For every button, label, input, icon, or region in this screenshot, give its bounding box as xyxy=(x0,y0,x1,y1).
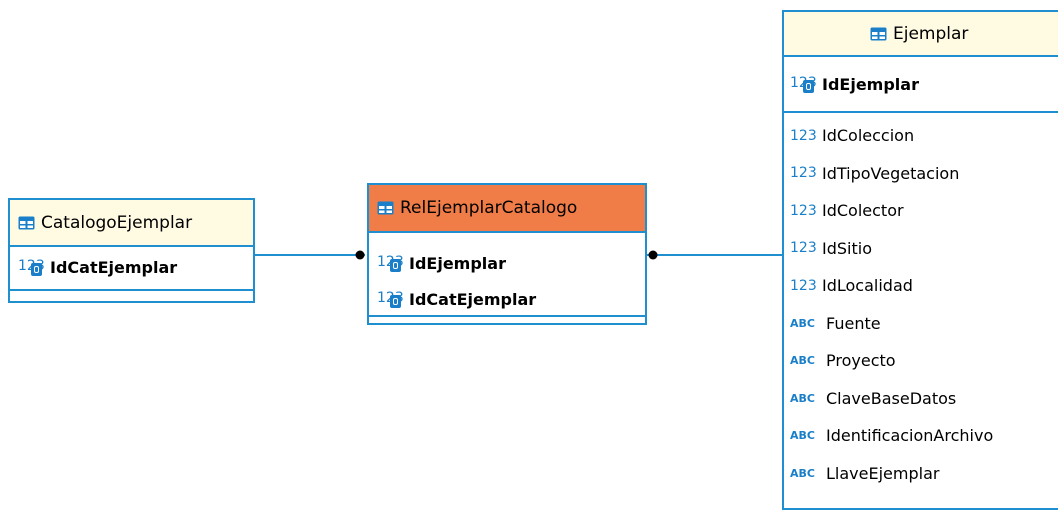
primary-key-section: 123 IdEjemplar xyxy=(784,57,1058,113)
column-name: Fuente xyxy=(826,313,881,333)
column-name: IdCatEjemplar xyxy=(50,257,178,277)
column-name: IdLocalidad xyxy=(822,276,913,296)
column-name: IdTipoVegetacion xyxy=(822,163,960,183)
table-icon xyxy=(18,216,35,229)
entity-rel-ejemplar-catalogo[interactable]: RelEjemplarCatalogo 123 IdEjemplar 123 I… xyxy=(367,183,647,325)
column-row-idejemplar[interactable]: 123 IdEjemplar xyxy=(369,245,645,281)
primary-key-section: 123 IdEjemplar 123 IdCatEjemplar xyxy=(369,233,645,317)
text-type-icon: ABC xyxy=(790,316,815,330)
column-name: IdColeccion xyxy=(822,126,915,146)
column-name: IdSitio xyxy=(822,238,872,258)
numeric-key-icon: 123 xyxy=(377,289,409,309)
column-row-idcatejemplar[interactable]: 123 IdCatEjemplar xyxy=(10,257,253,277)
column-name: IdCatEjemplar xyxy=(409,289,537,309)
entity-title: Ejemplar xyxy=(893,23,969,44)
column-row[interactable]: ABC LlaveEjemplar xyxy=(790,455,1058,493)
numeric-key-icon: 123 xyxy=(790,74,822,94)
numeric-type-icon: 123 xyxy=(790,277,817,294)
column-name: IdColector xyxy=(822,201,904,221)
column-row[interactable]: ABC IdentificacionArchivo xyxy=(790,417,1058,455)
column-row[interactable]: 123 IdColector xyxy=(790,192,1058,230)
entity-ejemplar[interactable]: Ejemplar 123 IdEjemplar 123 IdColeccion … xyxy=(782,10,1058,510)
entity-header[interactable]: CatalogoEjemplar xyxy=(10,200,253,247)
column-row[interactable]: 123 IdSitio xyxy=(790,230,1058,268)
numeric-type-icon: 123 xyxy=(790,127,817,144)
table-icon xyxy=(377,201,394,215)
column-row-idcatejemplar[interactable]: 123 IdCatEjemplar xyxy=(369,281,645,317)
column-name: IdentificacionArchivo xyxy=(826,426,994,446)
primary-key-section: 123 IdCatEjemplar xyxy=(10,247,253,291)
table-icon xyxy=(870,27,887,40)
numeric-type-icon: 123 xyxy=(790,165,817,182)
column-list: 123 IdColeccion 123 IdTipoVegetacion 123… xyxy=(784,113,1058,492)
entity-header[interactable]: Ejemplar xyxy=(784,12,1058,57)
text-type-icon: ABC xyxy=(790,429,815,443)
text-type-icon: ABC xyxy=(790,466,815,480)
column-row-idejemplar[interactable]: 123 IdEjemplar xyxy=(784,74,1058,94)
entity-title: RelEjemplarCatalogo xyxy=(400,198,578,218)
entity-catalogo-ejemplar[interactable]: CatalogoEjemplar 123 IdCatEjemplar xyxy=(8,198,255,303)
column-row[interactable]: 123 IdTipoVegetacion xyxy=(790,155,1058,193)
column-name: IdEjemplar xyxy=(409,253,506,273)
column-name: ClaveBaseDatos xyxy=(826,388,957,408)
connector-end-dot-rel-right xyxy=(648,250,658,260)
column-row[interactable]: 123 IdLocalidad xyxy=(790,267,1058,305)
column-row[interactable]: ABC ClaveBaseDatos xyxy=(790,380,1058,418)
numeric-key-icon: 123 xyxy=(18,257,50,277)
text-type-icon: ABC xyxy=(790,391,815,405)
numeric-type-icon: 123 xyxy=(790,202,817,219)
column-row[interactable]: 123 IdColeccion xyxy=(790,117,1058,155)
entity-title: CatalogoEjemplar xyxy=(41,212,193,233)
column-row[interactable]: ABC Proyecto xyxy=(790,342,1058,380)
column-row[interactable]: ABC Fuente xyxy=(790,305,1058,343)
column-name: Proyecto xyxy=(826,351,896,371)
connector-end-dot-rel-left xyxy=(355,250,365,260)
numeric-key-icon: 123 xyxy=(377,253,409,273)
text-type-icon: ABC xyxy=(790,354,815,368)
numeric-type-icon: 123 xyxy=(790,240,817,257)
column-name: LlaveEjemplar xyxy=(826,463,940,483)
entity-header-selected[interactable]: RelEjemplarCatalogo xyxy=(369,185,645,233)
column-name: IdEjemplar xyxy=(822,74,919,94)
